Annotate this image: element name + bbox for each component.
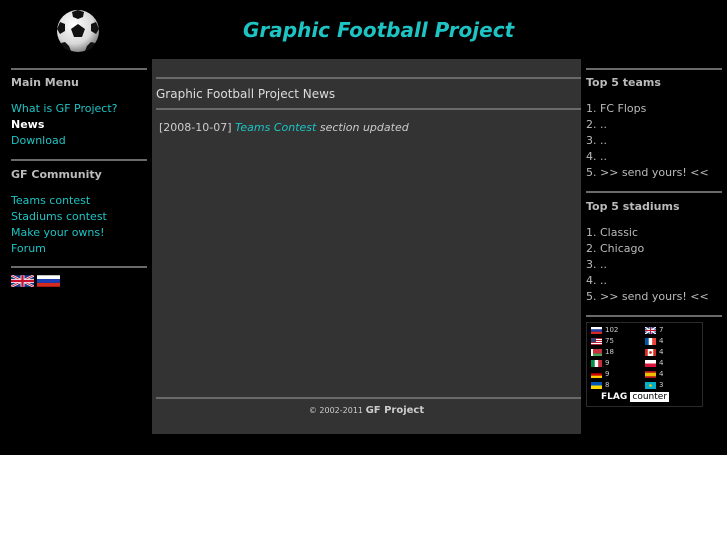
flag-count: 8 — [605, 381, 610, 389]
divider — [156, 77, 581, 79]
menu-item-news[interactable]: News — [11, 118, 44, 131]
team-entry: 2. .. — [586, 118, 607, 131]
team-entry-send-yours: 5. >> send yours! << — [586, 166, 709, 179]
italy-flag-icon — [591, 359, 602, 367]
top-stadiums-heading: Top 5 stadiums — [586, 200, 680, 213]
flag-count: 4 — [659, 337, 664, 345]
divider — [11, 266, 147, 268]
flag-count: 3 — [659, 381, 664, 389]
flag-count: 18 — [605, 348, 614, 356]
news-heading: Graphic Football Project News — [156, 87, 336, 101]
community-item-stadiums-contest[interactable]: Stadiums contest — [11, 210, 107, 223]
team-entry: 4. .. — [586, 150, 607, 163]
flag-count: 7 — [659, 326, 664, 334]
divider — [11, 159, 147, 161]
flag-count: 4 — [659, 370, 664, 378]
copyright-owner: GF Project — [365, 405, 425, 416]
uk-flag-icon[interactable] — [11, 275, 34, 287]
team-entry: 3. .. — [586, 134, 607, 147]
copyright: © 2002-2011 GF Project — [152, 405, 581, 416]
flag-counter-row: 18 — [591, 347, 614, 357]
flag-counter-row: 4 — [645, 369, 663, 379]
flag-counter-row: 7 — [645, 325, 663, 335]
france-flag-icon — [645, 337, 656, 345]
main-menu-heading: Main Menu — [11, 76, 79, 89]
divider — [586, 68, 722, 70]
flag-counter-brand-box: counter — [630, 392, 670, 402]
flag-counter-row: 8 — [591, 380, 609, 390]
flag-count: 9 — [605, 370, 610, 378]
news-text: section updated — [319, 121, 409, 134]
team-entry: 1. FC Flops — [586, 102, 647, 115]
flag-counter-row: 9 — [591, 358, 609, 368]
flag-counter-row: 9 — [591, 369, 609, 379]
uk-flag-icon — [645, 326, 656, 334]
stadium-entry: 3. .. — [586, 258, 607, 271]
community-heading: GF Community — [11, 168, 102, 181]
news-date: [2008-10-07] — [159, 121, 232, 134]
usa-flag-icon — [591, 337, 602, 345]
menu-item-what-is-gf-project[interactable]: What is GF Project? — [11, 102, 118, 115]
kazakhstan-flag-icon — [645, 381, 656, 389]
divider — [586, 315, 722, 317]
flag-count: 102 — [605, 326, 619, 334]
flag-counter-row: 3 — [645, 380, 663, 390]
news-link-teams-contest[interactable]: Teams Contest — [235, 121, 316, 134]
spain-flag-icon — [645, 370, 656, 378]
flag-counter-row: 75 — [591, 336, 614, 346]
divider — [156, 108, 581, 110]
russia-flag-icon[interactable] — [37, 275, 60, 287]
copyright-years: © 2002-2011 — [308, 406, 364, 415]
top-teams-heading: Top 5 teams — [586, 76, 661, 89]
menu-item-download[interactable]: Download — [11, 134, 66, 147]
poland-flag-icon — [645, 359, 656, 367]
canada-flag-icon — [645, 348, 656, 356]
germany-flag-icon — [591, 370, 602, 378]
flag-counter-row: 4 — [645, 358, 663, 368]
stadium-entry: 4. .. — [586, 274, 607, 287]
ukraine-flag-icon — [591, 381, 602, 389]
flag-counter-brand: FLAG — [601, 392, 628, 402]
flag-count: 4 — [659, 348, 664, 356]
russia-flag-icon — [591, 326, 602, 334]
belarus-flag-icon — [591, 348, 602, 356]
stadium-entry: 1. Classic — [586, 226, 639, 239]
divider — [586, 191, 722, 193]
flag-counter-widget[interactable]: 102 75 18 9 9 8 7 4 4 4 4 3 FLAG counter — [586, 322, 703, 407]
stadium-entry: 2. Chicago — [586, 242, 645, 255]
flag-counter-row: 4 — [645, 336, 663, 346]
flag-counter-row: 102 — [591, 325, 618, 335]
flag-counter-row: 4 — [645, 347, 663, 357]
flag-count: 75 — [605, 337, 614, 345]
divider — [156, 397, 581, 399]
community-item-teams-contest[interactable]: Teams contest — [11, 194, 90, 207]
flag-count: 9 — [605, 359, 610, 367]
community-item-make-your-owns[interactable]: Make your owns! — [11, 226, 105, 239]
news-item: [2008-10-07] Teams Contest section updat… — [159, 121, 409, 134]
community-item-forum[interactable]: Forum — [11, 242, 46, 255]
soccer-ball-logo-icon[interactable] — [56, 9, 100, 53]
flag-count: 4 — [659, 359, 664, 367]
site-container: Graphic Football Project Main Menu What … — [0, 0, 727, 455]
flag-counter-logo: FLAG counter — [601, 392, 670, 403]
stadium-entry-send-yours: 5. >> send yours! << — [586, 290, 709, 303]
site-title: Graphic Football Project — [243, 18, 515, 42]
main-content-panel: Graphic Football Project News [2008-10-0… — [152, 59, 581, 434]
divider — [11, 68, 147, 70]
